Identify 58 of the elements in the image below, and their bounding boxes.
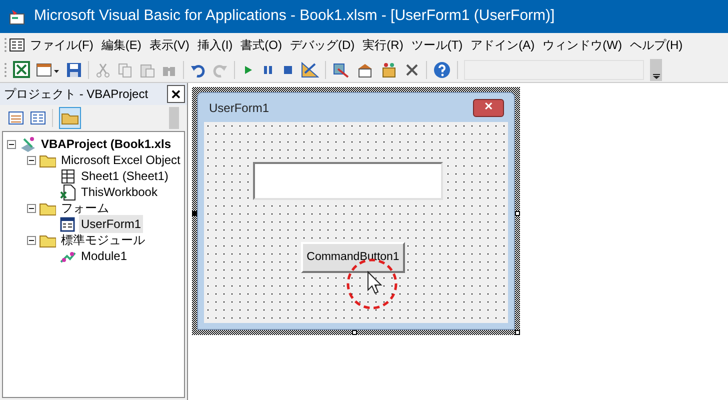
workbook-icon [59, 184, 76, 200]
resize-handle[interactable] [515, 211, 520, 216]
panel-title: プロジェクト - VBAProject [4, 86, 148, 103]
menu-item[interactable]: 表示(V) [146, 36, 192, 54]
toggle-folders-button[interactable] [59, 107, 81, 129]
help-icon[interactable] [433, 60, 451, 78]
design-mode-icon[interactable] [301, 60, 319, 78]
form-icon[interactable] [9, 38, 25, 52]
tree-item[interactable]: Module1 [79, 247, 130, 265]
collapse-icon[interactable] [27, 236, 36, 244]
menu-item[interactable]: 編集(E) [98, 36, 144, 54]
save-icon[interactable] [66, 62, 82, 78]
menu-item[interactable]: 実行(R) [360, 36, 406, 54]
close-button[interactable]: ✕ [167, 85, 185, 103]
folder-icon [61, 111, 79, 125]
spreadsheet-icon[interactable] [13, 61, 30, 78]
toolbox-icon[interactable] [380, 60, 398, 78]
resize-handle[interactable] [192, 211, 197, 216]
form-icon [59, 216, 76, 232]
tree-item[interactable]: Microsoft Excel Object [59, 151, 182, 169]
project-explorer-icon[interactable] [332, 60, 350, 78]
menu-item[interactable]: 書式(O) [238, 36, 285, 54]
app-icon [8, 8, 26, 26]
menu-item[interactable]: ヘルプ(H) [626, 36, 686, 54]
textbox-control[interactable] [253, 162, 443, 200]
tree-item[interactable]: ThisWorkbook [79, 183, 160, 201]
toolbar-overflow-button[interactable] [650, 58, 662, 80]
tree-item[interactable]: UserForm1 [79, 215, 144, 233]
command-button[interactable]: CommandButton1 [301, 242, 405, 273]
project-icon [19, 136, 36, 152]
clipboard-icon[interactable] [139, 62, 155, 78]
menu-item[interactable]: ツール(T) [408, 36, 466, 54]
grip-icon [4, 62, 7, 78]
menu-item[interactable]: ウィンドウ(W) [540, 36, 625, 54]
userform-title: UserForm1 [209, 100, 270, 116]
code-view-icon[interactable] [8, 111, 24, 125]
collapse-icon[interactable] [7, 140, 16, 148]
menu-item[interactable]: デバッグ(D) [286, 36, 358, 54]
grip-icon [4, 37, 7, 53]
window-title: Microsoft Visual Basic for Applications - Book1.xlsm - [UserForm1 (UserForm)] [34, 6, 555, 26]
tree-item[interactable]: フォーム [59, 199, 111, 217]
menu-item[interactable]: ファイル(F) [27, 36, 96, 54]
userform-close-button[interactable]: ✕ [473, 98, 504, 116]
menu-item[interactable]: 挿入(I) [194, 36, 236, 54]
tree-item[interactable]: VBAProject (Book1.xls [39, 135, 174, 153]
caret-icon [652, 74, 660, 78]
collapse-icon[interactable] [27, 204, 36, 212]
collapse-icon[interactable] [27, 156, 36, 164]
resize-handle[interactable] [352, 330, 357, 335]
tree-item[interactable]: Sheet1 (Sheet1) [79, 167, 170, 185]
sheet-icon [59, 168, 76, 184]
menu-item[interactable]: アドイン(A) [468, 36, 538, 54]
form-view-icon[interactable] [30, 111, 46, 125]
tree-item[interactable]: 標準モジュール [59, 231, 147, 249]
cursor-icon [368, 270, 382, 294]
resize-handle[interactable] [515, 330, 520, 335]
highlight-circle [346, 258, 398, 310]
form-icon[interactable] [36, 62, 60, 78]
